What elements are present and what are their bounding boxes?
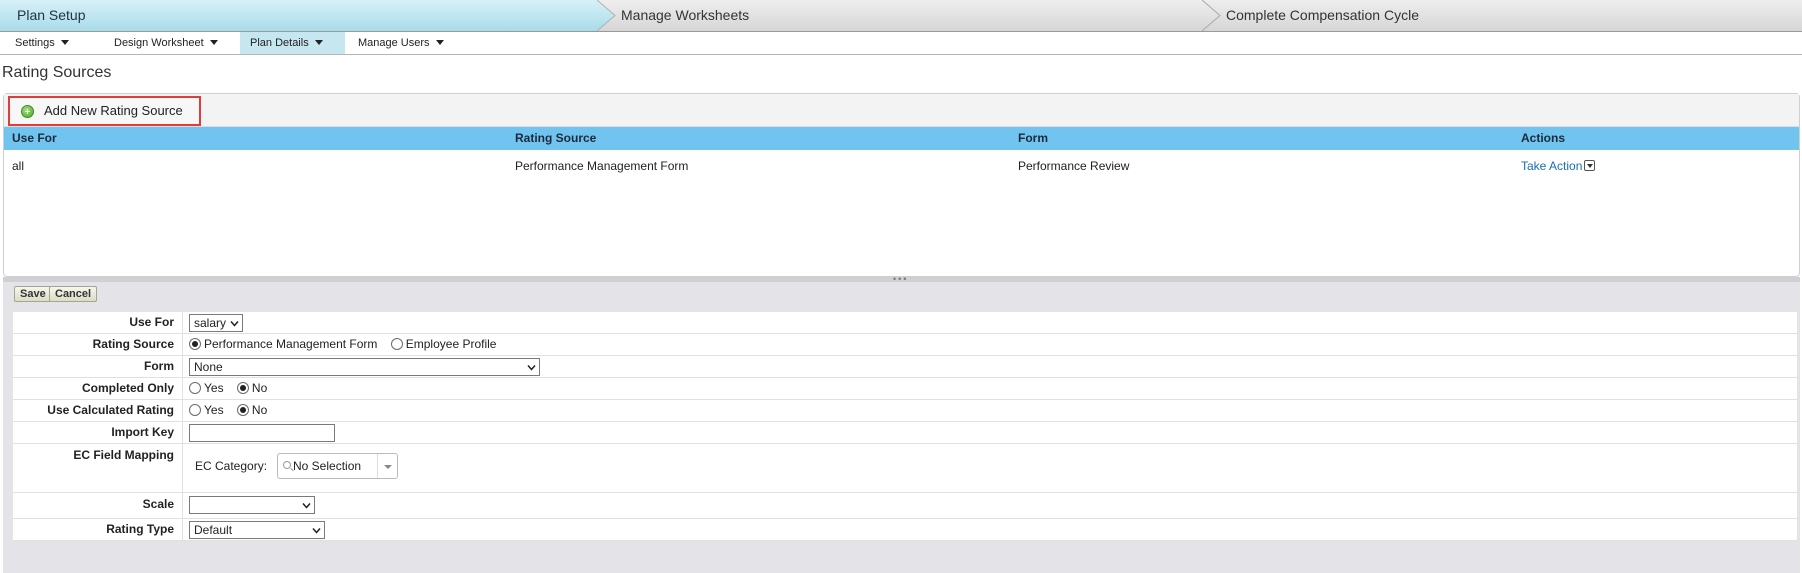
radio-option-no[interactable]: No: [236, 378, 268, 399]
page-title: Rating Sources: [2, 64, 112, 81]
caret-down-icon: [60, 40, 69, 45]
radio-option-performance-management-form[interactable]: Performance Management Form: [189, 334, 377, 355]
menu-label: Manage Users: [358, 37, 430, 49]
panel-toolbar: Add New Rating Source: [4, 94, 1799, 127]
edit-form: Save Cancel Use For salary Rating Source…: [3, 282, 1800, 573]
row-import-key: Import Key: [13, 422, 1797, 444]
chevron-down-icon: [312, 528, 321, 534]
radio-button[interactable]: [189, 382, 201, 394]
take-action-link[interactable]: Take Action: [1521, 159, 1582, 173]
radio-label: Performance Management Form: [204, 337, 378, 351]
step-manage-worksheets[interactable]: Manage Worksheets: [621, 0, 749, 31]
radio-label: Yes: [204, 381, 224, 395]
chevron-down-icon: [230, 321, 239, 327]
label-ec-field-mapping: EC Field Mapping: [13, 444, 183, 492]
rating-type-select[interactable]: Default: [189, 521, 325, 539]
menu-plan-details[interactable]: Plan Details: [240, 32, 345, 54]
label-completed-only: Completed Only: [13, 378, 183, 399]
label-rating-type: Rating Type: [13, 519, 183, 540]
cell-rating-source: Performance Management Form: [515, 159, 689, 173]
add-button-label: Add New Rating Source: [44, 103, 183, 118]
menu-design-worksheet[interactable]: Design Worksheet: [104, 32, 228, 54]
form-value: None: [194, 360, 223, 374]
menu-label: Settings: [15, 37, 55, 49]
radio-button-selected[interactable]: [189, 338, 201, 350]
dropdown-arrow-icon[interactable]: [377, 454, 397, 478]
table-row[interactable]: all Performance Management Form Performa…: [4, 151, 1799, 181]
dropdown-arrow-icon[interactable]: [1584, 160, 1596, 171]
row-rating-source: Rating Source Performance Management For…: [13, 334, 1797, 356]
add-circle-icon: [21, 105, 34, 118]
rating-type-value: Default: [194, 523, 233, 537]
label-use-for: Use For: [13, 312, 183, 333]
table-header: Use For Rating Source Form Actions: [4, 127, 1799, 150]
radio-button[interactable]: [189, 404, 201, 416]
scale-select[interactable]: [189, 496, 315, 514]
step-divider: [1202, 0, 1224, 31]
ec-category-combobox[interactable]: No Selection: [277, 453, 398, 479]
column-use-for[interactable]: Use For: [12, 127, 57, 149]
row-use-calculated-rating: Use Calculated Rating Yes No: [13, 400, 1797, 422]
radio-option-yes[interactable]: Yes: [189, 378, 224, 399]
caret-down-icon: [209, 40, 218, 45]
menu-manage-users[interactable]: Manage Users: [348, 32, 454, 54]
row-completed-only: Completed Only Yes No: [13, 378, 1797, 400]
column-actions: Actions: [1521, 131, 1566, 145]
row-use-for: Use For salary: [13, 312, 1797, 334]
form-table: Use For salary Rating Source Performance…: [13, 312, 1797, 541]
radio-button-selected[interactable]: [236, 404, 249, 416]
radio-label: Employee Profile: [405, 337, 497, 351]
caret-down-icon: [435, 40, 444, 45]
row-scale: Scale: [13, 493, 1797, 519]
wizard-steps: Plan Setup Manage Worksheets Complete Co…: [0, 0, 1802, 32]
caret-down-icon: [314, 40, 323, 45]
cell-use-for: all: [12, 159, 25, 173]
take-action-menu[interactable]: Take Action: [1521, 151, 1596, 181]
form-select[interactable]: None: [189, 358, 540, 376]
cancel-button[interactable]: Cancel: [49, 286, 98, 302]
search-icon: [283, 461, 291, 469]
column-rating-source[interactable]: Rating Source: [515, 127, 596, 149]
radio-button-selected[interactable]: [236, 382, 249, 394]
use-for-value: salary: [194, 316, 227, 330]
radio-option-yes[interactable]: Yes: [189, 400, 224, 421]
menu-label: Design Worksheet: [114, 37, 204, 49]
row-rating-type: Rating Type Default: [13, 519, 1797, 541]
menu-label: Plan Details: [250, 37, 309, 49]
use-for-select[interactable]: salary: [189, 314, 243, 332]
cell-form: Performance Review: [1018, 159, 1130, 173]
label-use-calculated-rating: Use Calculated Rating: [13, 400, 183, 421]
chevron-down-icon: [527, 365, 536, 371]
menu-bar: Settings Design Worksheet Plan Details M…: [0, 32, 1802, 55]
step-plan-setup[interactable]: Plan Setup: [0, 0, 615, 31]
label-import-key: Import Key: [13, 422, 183, 443]
row-form: Form None: [13, 356, 1797, 378]
label-scale: Scale: [13, 493, 183, 518]
label-form: Form: [13, 356, 183, 377]
label-rating-source: Rating Source: [13, 334, 183, 355]
radio-option-no[interactable]: No: [236, 400, 268, 421]
radio-label: Yes: [204, 403, 224, 417]
ec-category-value: No Selection: [293, 459, 362, 473]
radio-button[interactable]: [390, 338, 403, 350]
radio-label: No: [251, 403, 268, 417]
radio-label: No: [251, 381, 268, 395]
column-form[interactable]: Form: [1018, 127, 1048, 149]
rating-sources-panel: Add New Rating Source Use For Rating Sou…: [3, 93, 1800, 277]
chevron-down-icon: [302, 503, 311, 509]
step-divider: [597, 0, 619, 31]
add-new-rating-source-button[interactable]: Add New Rating Source: [8, 96, 201, 126]
menu-settings[interactable]: Settings: [5, 32, 79, 54]
step-complete-compensation-cycle[interactable]: Complete Compensation Cycle: [1226, 0, 1419, 31]
row-ec-field-mapping: EC Field Mapping EC Category: No Selecti…: [13, 444, 1797, 493]
ec-category-label: EC Category:: [195, 459, 268, 473]
save-button[interactable]: Save: [14, 286, 52, 302]
import-key-input[interactable]: [189, 424, 335, 442]
radio-option-employee-profile[interactable]: Employee Profile: [390, 334, 497, 355]
